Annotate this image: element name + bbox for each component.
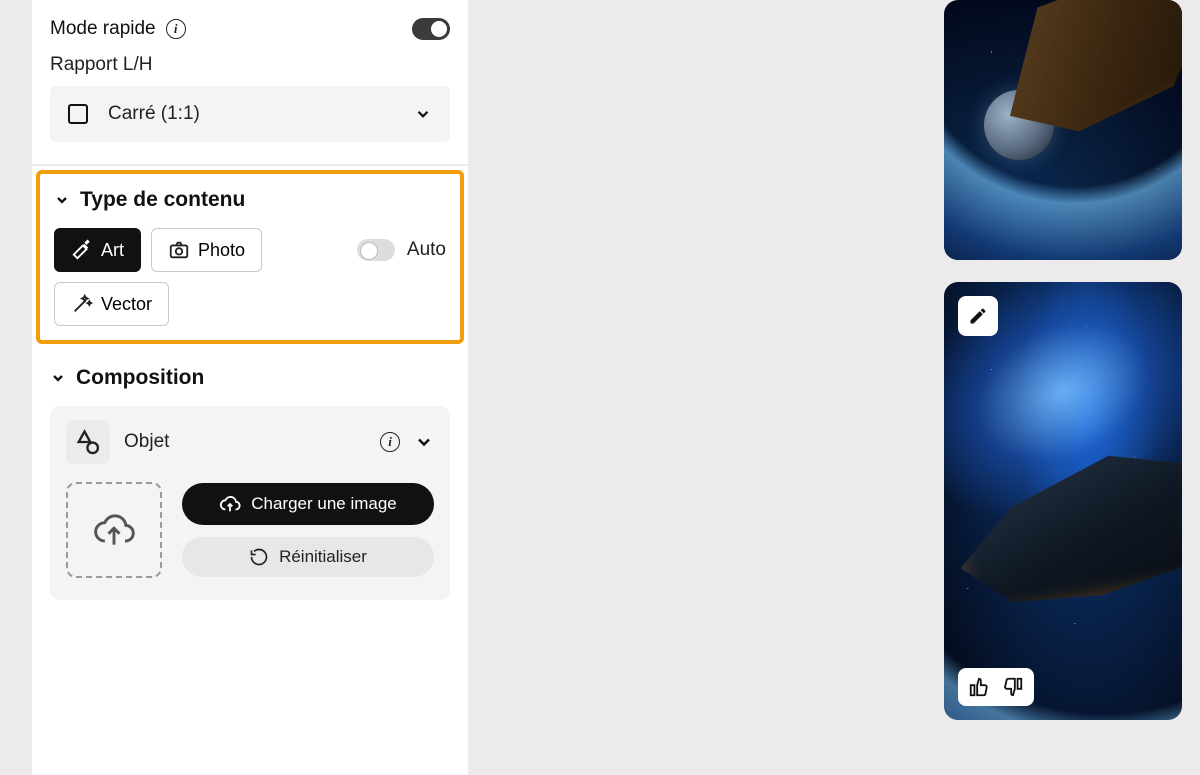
- mode-row: Mode rapide i: [50, 18, 450, 40]
- shapes-icon: [66, 420, 110, 464]
- option-art-label: Art: [101, 240, 124, 261]
- upload-button-label: Charger une image: [251, 494, 397, 514]
- content-type-header[interactable]: Type de contenu: [54, 188, 446, 212]
- pen-icon: [71, 239, 93, 261]
- composition-object-box: Objet i: [50, 406, 450, 600]
- composition-header[interactable]: Composition: [50, 366, 450, 390]
- thumbs-down-icon: [1002, 676, 1024, 698]
- camera-icon: [168, 239, 190, 261]
- mode-toggle[interactable]: [412, 18, 450, 40]
- option-art[interactable]: Art: [54, 228, 141, 272]
- auto-toggle-group: Auto: [357, 239, 446, 261]
- result-thumbnail[interactable]: [944, 0, 1182, 260]
- cloud-upload-icon: [219, 493, 241, 515]
- section-composition: Composition Objet i: [32, 348, 468, 622]
- auto-toggle[interactable]: [357, 239, 395, 261]
- upload-image-button[interactable]: Charger une image: [182, 483, 434, 525]
- chevron-down-icon: [50, 370, 66, 386]
- thumbs-down-button[interactable]: [1000, 674, 1026, 700]
- feedback-buttons: [958, 668, 1034, 706]
- aspect-label: Rapport L/H: [50, 54, 450, 76]
- info-icon[interactable]: i: [166, 19, 186, 39]
- result-thumbnail[interactable]: [944, 282, 1182, 720]
- option-vector[interactable]: Vector: [54, 282, 169, 326]
- section-content-type: Type de contenu Art Photo Auto: [36, 170, 464, 344]
- content-type-title: Type de contenu: [80, 188, 245, 212]
- content-type-options: Art Photo Auto: [54, 228, 446, 272]
- aspect-select[interactable]: Carré (1:1): [50, 86, 450, 142]
- section-general: Mode rapide i Rapport L/H Carré (1:1): [32, 0, 468, 166]
- edit-button[interactable]: [958, 296, 998, 336]
- reset-button-label: Réinitialiser: [279, 547, 367, 567]
- chevron-down-icon[interactable]: [414, 432, 434, 452]
- auto-label: Auto: [407, 239, 446, 261]
- wand-icon: [71, 293, 93, 315]
- thumbs-up-icon: [968, 676, 990, 698]
- reset-icon: [249, 547, 269, 567]
- chevron-down-icon: [54, 192, 70, 208]
- settings-sidebar: Mode rapide i Rapport L/H Carré (1:1) Ty…: [32, 0, 468, 775]
- info-icon[interactable]: i: [380, 432, 400, 452]
- object-label: Objet: [124, 431, 169, 453]
- aspect-value: Carré (1:1): [108, 103, 200, 125]
- mode-label: Mode rapide: [50, 18, 156, 40]
- upload-dropzone[interactable]: [66, 482, 162, 578]
- cloud-upload-icon: [92, 508, 136, 552]
- square-icon: [68, 104, 88, 124]
- option-photo[interactable]: Photo: [151, 228, 262, 272]
- option-vector-label: Vector: [101, 294, 152, 315]
- composition-title: Composition: [76, 366, 204, 390]
- reset-button[interactable]: Réinitialiser: [182, 537, 434, 577]
- results-gallery: [944, 0, 1182, 720]
- pencil-icon: [968, 306, 988, 326]
- chevron-down-icon: [414, 105, 432, 123]
- thumbs-up-button[interactable]: [966, 674, 992, 700]
- option-photo-label: Photo: [198, 240, 245, 261]
